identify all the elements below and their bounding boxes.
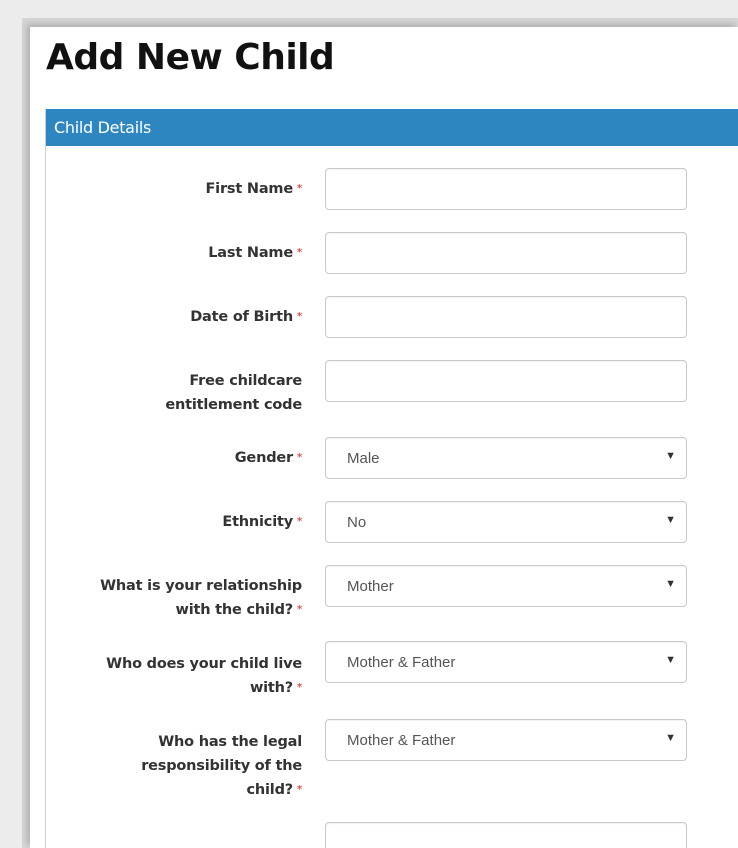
lives-with-label: Who does your child live with? *: [106, 656, 302, 696]
dob-label: Date of Birth *: [190, 309, 302, 325]
ethnicity-select[interactable]: No ▼: [325, 501, 687, 543]
next-field-input[interactable]: [325, 822, 687, 848]
last-name-input[interactable]: [325, 232, 687, 274]
first-name-label: First Name *: [205, 181, 302, 197]
required-marker: *: [296, 452, 302, 463]
lives-with-selected-value: Mother & Father: [347, 654, 456, 671]
required-marker: *: [296, 604, 302, 615]
required-marker: *: [296, 247, 302, 258]
relationship-label: What is your relationship with the child…: [100, 578, 302, 618]
required-marker: *: [296, 311, 302, 322]
chevron-down-icon: ▼: [665, 514, 676, 526]
chevron-down-icon: ▼: [665, 654, 676, 666]
gender-selected-value: Male: [347, 450, 380, 467]
legal-select[interactable]: Mother & Father ▼: [325, 719, 687, 761]
required-marker: *: [296, 682, 302, 693]
chevron-down-icon: ▼: [665, 732, 676, 744]
relationship-selected-value: Mother: [347, 578, 394, 595]
add-child-page: Add New Child Child Details First Name * …: [30, 27, 738, 848]
last-name-label: Last Name *: [208, 245, 302, 261]
ethnicity-selected-value: No: [347, 514, 367, 531]
dob-input[interactable]: [325, 296, 687, 338]
gender-label: Gender *: [234, 450, 302, 466]
first-name-input[interactable]: [325, 168, 687, 210]
lives-with-select[interactable]: Mother & Father ▼: [325, 641, 687, 683]
legal-label: Who has the legal responsibility of the …: [141, 734, 302, 798]
required-marker: *: [296, 183, 302, 194]
required-marker: *: [296, 784, 302, 795]
ethnicity-label: Ethnicity *: [222, 514, 302, 530]
required-marker: *: [296, 516, 302, 527]
page-title: Add New Child: [46, 37, 335, 78]
child-details-panel: Child Details First Name * Last Name * Dat…: [45, 109, 738, 848]
gender-select[interactable]: Male ▼: [325, 437, 687, 479]
legal-selected-value: Mother & Father: [347, 732, 456, 749]
free-code-label: Free childcare entitlement code: [165, 373, 302, 413]
chevron-down-icon: ▼: [665, 578, 676, 590]
chevron-down-icon: ▼: [665, 450, 676, 462]
free-code-input[interactable]: [325, 360, 687, 402]
relationship-select[interactable]: Mother ▼: [325, 565, 687, 607]
panel-header: Child Details: [46, 109, 738, 146]
